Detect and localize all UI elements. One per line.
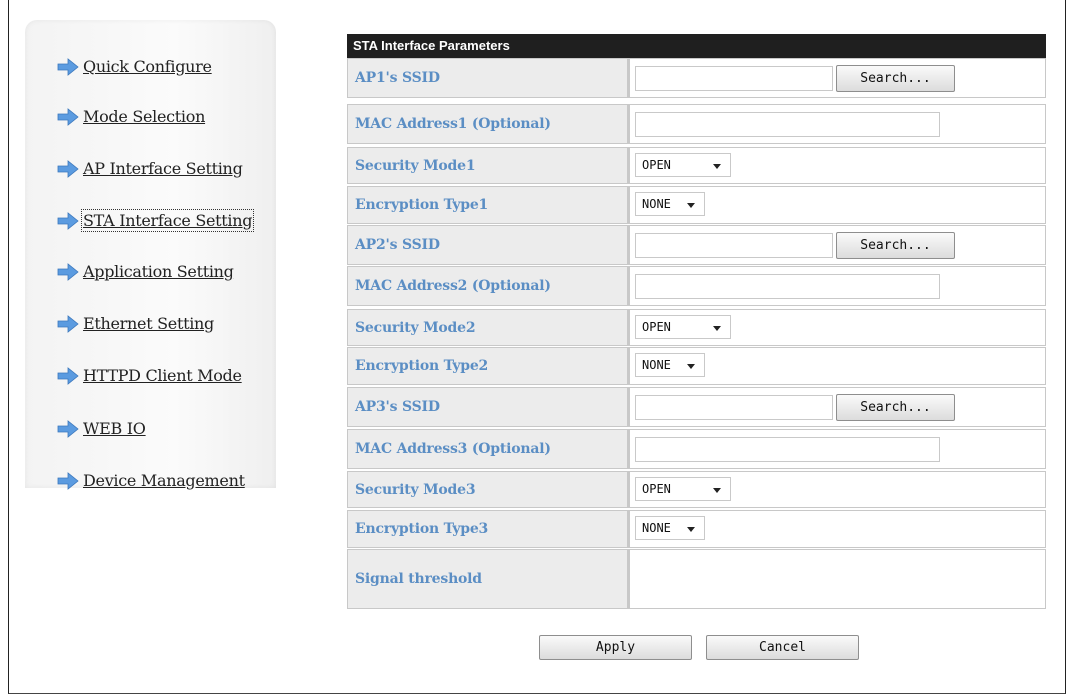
table-row: Security Mode3 OPEN — [347, 471, 1046, 508]
sidebar-item-sta-interface-setting[interactable]: STA Interface Setting — [57, 200, 255, 232]
select-value: NONE — [642, 197, 671, 211]
select-value: NONE — [642, 521, 671, 535]
sidebar-item-label[interactable]: Device Management — [83, 471, 245, 490]
arrow-right-icon — [57, 367, 79, 385]
chevron-down-icon — [713, 164, 721, 169]
sidebar-item-web-io[interactable]: WEB IO — [57, 408, 146, 438]
sidebar-item-label[interactable]: STA Interface Setting — [80, 209, 255, 232]
ap3-ssid-input[interactable] — [635, 395, 833, 420]
table-row: Security Mode1 OPEN — [347, 147, 1046, 184]
chevron-down-icon — [687, 527, 695, 532]
sidebar-item-label[interactable]: Mode Selection — [83, 107, 205, 126]
arrow-right-icon — [57, 263, 79, 281]
chevron-down-icon — [713, 488, 721, 493]
select-value: OPEN — [642, 482, 671, 496]
sidebar: Quick Configure Mode Selection AP Interf… — [25, 20, 276, 490]
table-row: Security Mode2 OPEN — [347, 309, 1046, 346]
sidebar-item-label[interactable]: WEB IO — [83, 419, 146, 438]
field-label: MAC Address1 (Optional) — [347, 104, 628, 144]
table-row: AP2's SSID Search... — [347, 225, 1046, 265]
cancel-button[interactable]: Cancel — [706, 635, 859, 660]
table-row: Encryption Type3 NONE — [347, 510, 1046, 548]
mac-address2-input[interactable] — [635, 274, 940, 299]
sidebar-item-httpd-client-mode[interactable]: HTTPD Client Mode — [57, 355, 242, 385]
encryption-type2-select[interactable]: NONE — [635, 353, 705, 377]
field-label: MAC Address3 (Optional) — [347, 429, 628, 469]
arrow-right-icon — [57, 160, 79, 178]
table-row: MAC Address2 (Optional) — [347, 266, 1046, 306]
table-row: MAC Address1 (Optional) — [347, 104, 1046, 144]
arrow-right-icon — [57, 108, 79, 126]
table-row: Encryption Type2 NONE — [347, 347, 1046, 385]
field-value-cell — [628, 104, 1046, 144]
select-value: NONE — [642, 358, 671, 372]
select-value: OPEN — [642, 158, 671, 172]
security-mode3-select[interactable]: OPEN — [635, 477, 731, 501]
field-label: Encryption Type3 — [347, 510, 628, 548]
sidebar-item-quick-configure[interactable]: Quick Configure — [57, 46, 212, 76]
table-row: AP1's SSID Search... — [347, 58, 1046, 98]
ap3-search-button[interactable]: Search... — [836, 394, 955, 421]
field-value-cell: OPEN — [628, 147, 1046, 184]
field-value-cell: Search... — [628, 58, 1046, 98]
table-title: STA Interface Parameters — [347, 34, 1046, 58]
field-value-cell: NONE — [628, 347, 1046, 385]
field-label: Signal threshold — [347, 549, 628, 609]
chevron-down-icon — [687, 364, 695, 369]
field-value-cell: NONE — [628, 510, 1046, 548]
field-value-cell: OPEN — [628, 471, 1046, 508]
mac-address3-input[interactable] — [635, 437, 940, 462]
field-value-cell: OPEN — [628, 309, 1046, 346]
sidebar-item-label[interactable]: AP Interface Setting — [83, 159, 243, 178]
encryption-type1-select[interactable]: NONE — [635, 192, 705, 216]
field-value-cell: NONE — [628, 186, 1046, 224]
field-label: Security Mode1 — [347, 147, 628, 184]
sidebar-item-label[interactable]: HTTPD Client Mode — [83, 366, 242, 385]
table-row: Signal threshold — [347, 549, 1046, 609]
arrow-right-icon — [57, 315, 79, 333]
field-label: Encryption Type2 — [347, 347, 628, 385]
field-label: AP1's SSID — [347, 58, 628, 98]
encryption-type3-select[interactable]: NONE — [635, 516, 705, 540]
field-label: Encryption Type1 — [347, 186, 628, 224]
sidebar-item-application-setting[interactable]: Application Setting — [57, 251, 234, 281]
arrow-right-icon — [57, 212, 79, 230]
field-label: AP2's SSID — [347, 225, 628, 265]
mac-address1-input[interactable] — [635, 112, 940, 137]
table-row: Encryption Type1 NONE — [347, 186, 1046, 224]
arrow-right-icon — [57, 420, 79, 438]
ap1-ssid-input[interactable] — [635, 66, 833, 91]
arrow-right-icon — [57, 472, 79, 490]
sidebar-item-label[interactable]: Application Setting — [83, 262, 234, 281]
ap2-ssid-input[interactable] — [635, 233, 833, 258]
field-value-cell: Search... — [628, 225, 1046, 265]
sidebar-item-ap-interface-setting[interactable]: AP Interface Setting — [57, 148, 243, 178]
sidebar-item-ethernet-setting[interactable]: Ethernet Setting — [57, 303, 214, 333]
table-header: STA Interface Parameters — [347, 34, 1046, 58]
sidebar-item-device-management[interactable]: Device Management — [57, 460, 245, 490]
security-mode1-select[interactable]: OPEN — [635, 153, 731, 177]
field-label: Security Mode2 — [347, 309, 628, 346]
chevron-down-icon — [713, 326, 721, 331]
field-value-cell — [628, 429, 1046, 469]
select-value: OPEN — [642, 320, 671, 334]
field-value-cell: Search... — [628, 387, 1046, 427]
sidebar-item-mode-selection[interactable]: Mode Selection — [57, 96, 205, 126]
table-row: MAC Address3 (Optional) — [347, 429, 1046, 469]
security-mode2-select[interactable]: OPEN — [635, 315, 731, 339]
arrow-right-icon — [57, 58, 79, 76]
ap2-search-button[interactable]: Search... — [836, 232, 955, 259]
sidebar-item-label[interactable]: Ethernet Setting — [83, 314, 214, 333]
table-row: AP3's SSID Search... — [347, 387, 1046, 427]
signal-threshold-cell — [628, 549, 1046, 609]
ap1-search-button[interactable]: Search... — [836, 65, 955, 92]
sidebar-item-label[interactable]: Quick Configure — [83, 57, 212, 76]
field-value-cell — [628, 266, 1046, 306]
field-label: AP3's SSID — [347, 387, 628, 427]
field-label: Security Mode3 — [347, 471, 628, 508]
chevron-down-icon — [687, 203, 695, 208]
apply-button[interactable]: Apply — [539, 635, 692, 660]
field-label: MAC Address2 (Optional) — [347, 266, 628, 306]
